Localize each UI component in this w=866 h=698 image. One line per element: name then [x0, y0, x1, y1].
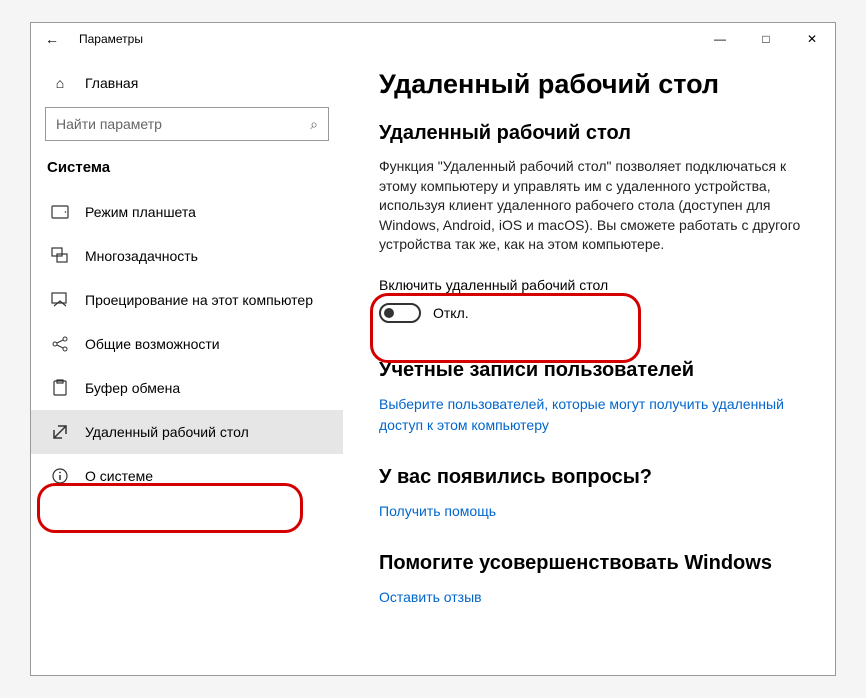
section-title: Учетные записи пользователей	[379, 359, 805, 382]
shared-icon	[51, 335, 69, 353]
window-title: Параметры	[79, 32, 143, 46]
back-button[interactable]: ←	[45, 31, 69, 47]
sidebar-item-projecting[interactable]: Проецирование на этот компьютер	[31, 278, 343, 322]
sidebar-item-label: Проецирование на этот компьютер	[85, 292, 313, 308]
section-title: У вас появились вопросы?	[379, 466, 805, 489]
sidebar-item-shared[interactable]: Общие возможности	[31, 322, 343, 366]
sidebar-item-label: О системе	[85, 468, 153, 484]
sidebar: ⌂ Главная Найти параметр ⌕ Система Режим…	[31, 55, 349, 675]
sidebar-item-tablet-mode[interactable]: Режим планшета	[31, 190, 343, 234]
search-input[interactable]: Найти параметр ⌕	[45, 107, 329, 141]
sidebar-item-about[interactable]: О системе	[31, 454, 343, 498]
home-icon: ⌂	[51, 75, 69, 91]
sidebar-item-label: Буфер обмена	[85, 380, 180, 396]
project-icon	[51, 291, 69, 309]
sidebar-item-label: Режим планшета	[85, 204, 196, 220]
window-body: ⌂ Главная Найти параметр ⌕ Система Режим…	[31, 55, 835, 675]
toggle-state: Откл.	[433, 305, 469, 321]
sidebar-section-title: Система	[31, 153, 343, 190]
nav-list: Режим планшета Многозадачность Проециров…	[31, 190, 343, 498]
settings-window: ← Параметры — □ ✕ ⌂ Главная Найти параме…	[30, 22, 836, 676]
clipboard-icon	[51, 379, 69, 397]
titlebar: ← Параметры — □ ✕	[31, 23, 835, 55]
sidebar-item-label: Общие возможности	[85, 336, 220, 352]
sidebar-item-label: Многозадачность	[85, 248, 198, 264]
sidebar-item-clipboard[interactable]: Буфер обмена	[31, 366, 343, 410]
search-icon: ⌕	[310, 116, 318, 133]
info-icon	[51, 467, 69, 485]
section-title: Помогите усовершенствовать Windows	[379, 552, 805, 575]
toggle-block: Включить удаленный рабочий стол Откл.	[379, 277, 805, 323]
maximize-button[interactable]: □	[743, 23, 789, 55]
sidebar-item-label: Удаленный рабочий стол	[85, 424, 249, 440]
multitask-icon	[51, 247, 69, 265]
toggle-label: Включить удаленный рабочий стол	[379, 277, 805, 293]
remote-desktop-icon	[51, 423, 69, 441]
sidebar-item-multitasking[interactable]: Многозадачность	[31, 234, 343, 278]
section-title: Удаленный рабочий стол	[379, 122, 805, 145]
home-label: Главная	[85, 75, 138, 91]
remote-desktop-description: Функция "Удаленный рабочий стол" позволя…	[379, 157, 805, 255]
tablet-icon	[51, 203, 69, 221]
select-users-link[interactable]: Выберите пользователей, которые могут по…	[379, 394, 805, 436]
section-remote-desktop: Удаленный рабочий стол Функция "Удаленны…	[379, 122, 805, 323]
get-help-link[interactable]: Получить помощь	[379, 501, 805, 522]
section-user-accounts: Учетные записи пользователей Выберите по…	[379, 359, 805, 436]
page-title: Удаленный рабочий стол	[379, 69, 805, 100]
remote-desktop-toggle[interactable]	[379, 303, 421, 323]
section-feedback: Помогите усовершенствовать Windows Остав…	[379, 552, 805, 608]
content-pane: Удаленный рабочий стол Удаленный рабочий…	[349, 55, 835, 675]
minimize-button[interactable]: —	[697, 23, 743, 55]
close-button[interactable]: ✕	[789, 23, 835, 55]
feedback-link[interactable]: Оставить отзыв	[379, 587, 805, 608]
sidebar-home[interactable]: ⌂ Главная	[31, 65, 343, 101]
search-placeholder: Найти параметр	[56, 116, 162, 132]
window-controls: — □ ✕	[697, 23, 835, 55]
toggle-knob	[384, 308, 394, 318]
sidebar-item-remote-desktop[interactable]: Удаленный рабочий стол	[31, 410, 343, 454]
section-questions: У вас появились вопросы? Получить помощь	[379, 466, 805, 522]
toggle-row: Откл.	[379, 303, 805, 323]
